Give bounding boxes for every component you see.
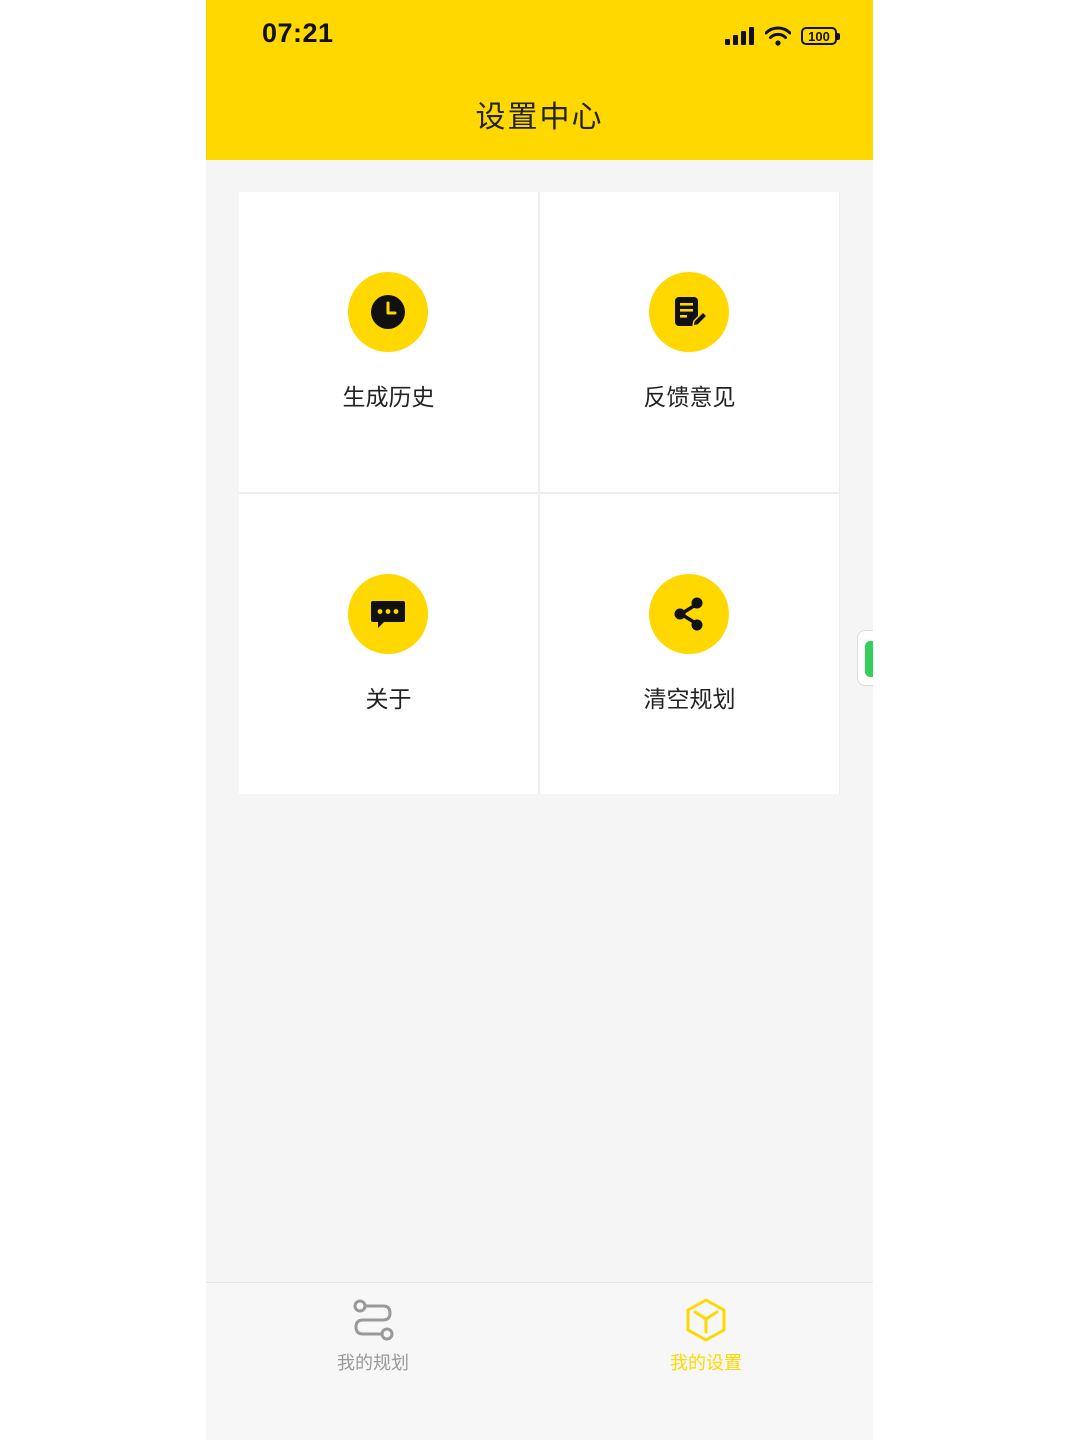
tile-clear-plan[interactable]: 清空规划 <box>540 494 839 794</box>
status-icons: 100 <box>725 22 840 50</box>
tab-my-settings[interactable]: 我的设置 <box>626 1297 786 1375</box>
tile-label: 生成历史 <box>342 385 435 411</box>
settings-grid: 生成历史 反馈意见 关于 清空规划 <box>239 192 840 794</box>
tile-feedback[interactable]: 反馈意见 <box>540 192 839 492</box>
feedback-icon-badge <box>649 272 729 352</box>
side-tab-indicator <box>865 641 873 677</box>
tab-label: 我的设置 <box>670 1353 742 1374</box>
status-time: 07:21 <box>262 18 334 48</box>
clear-plan-icon-badge <box>649 574 729 654</box>
tile-history[interactable]: 生成历史 <box>239 192 538 492</box>
tab-label: 我的规划 <box>337 1353 409 1374</box>
tile-label: 关于 <box>365 687 412 713</box>
app-screen: 07:21 100 设置中心 生成历史 反馈意见 关于 清空规划 我的规划 我的… <box>206 0 873 1440</box>
chat-bubble-icon <box>371 601 405 628</box>
tab-my-plan[interactable]: 我的规划 <box>293 1297 453 1375</box>
tile-label: 清空规划 <box>643 687 736 713</box>
about-icon-badge <box>348 574 428 654</box>
tile-label: 反馈意见 <box>643 385 736 411</box>
battery-indicator: 100 <box>801 27 840 45</box>
cube-icon <box>686 1298 726 1342</box>
clock-icon <box>371 295 405 329</box>
route-icon <box>353 1299 394 1341</box>
tile-about[interactable]: 关于 <box>239 494 538 794</box>
wifi-icon <box>765 26 791 46</box>
signal-icon <box>725 27 754 45</box>
bottom-tab-bar: 我的规划 我的设置 <box>206 1282 873 1440</box>
note-edit-icon <box>675 297 708 327</box>
floating-side-tab[interactable] <box>857 630 873 686</box>
header: 07:21 100 设置中心 <box>206 0 873 160</box>
page-title: 设置中心 <box>475 100 604 135</box>
share-icon <box>674 597 703 631</box>
history-icon-badge <box>348 272 428 352</box>
